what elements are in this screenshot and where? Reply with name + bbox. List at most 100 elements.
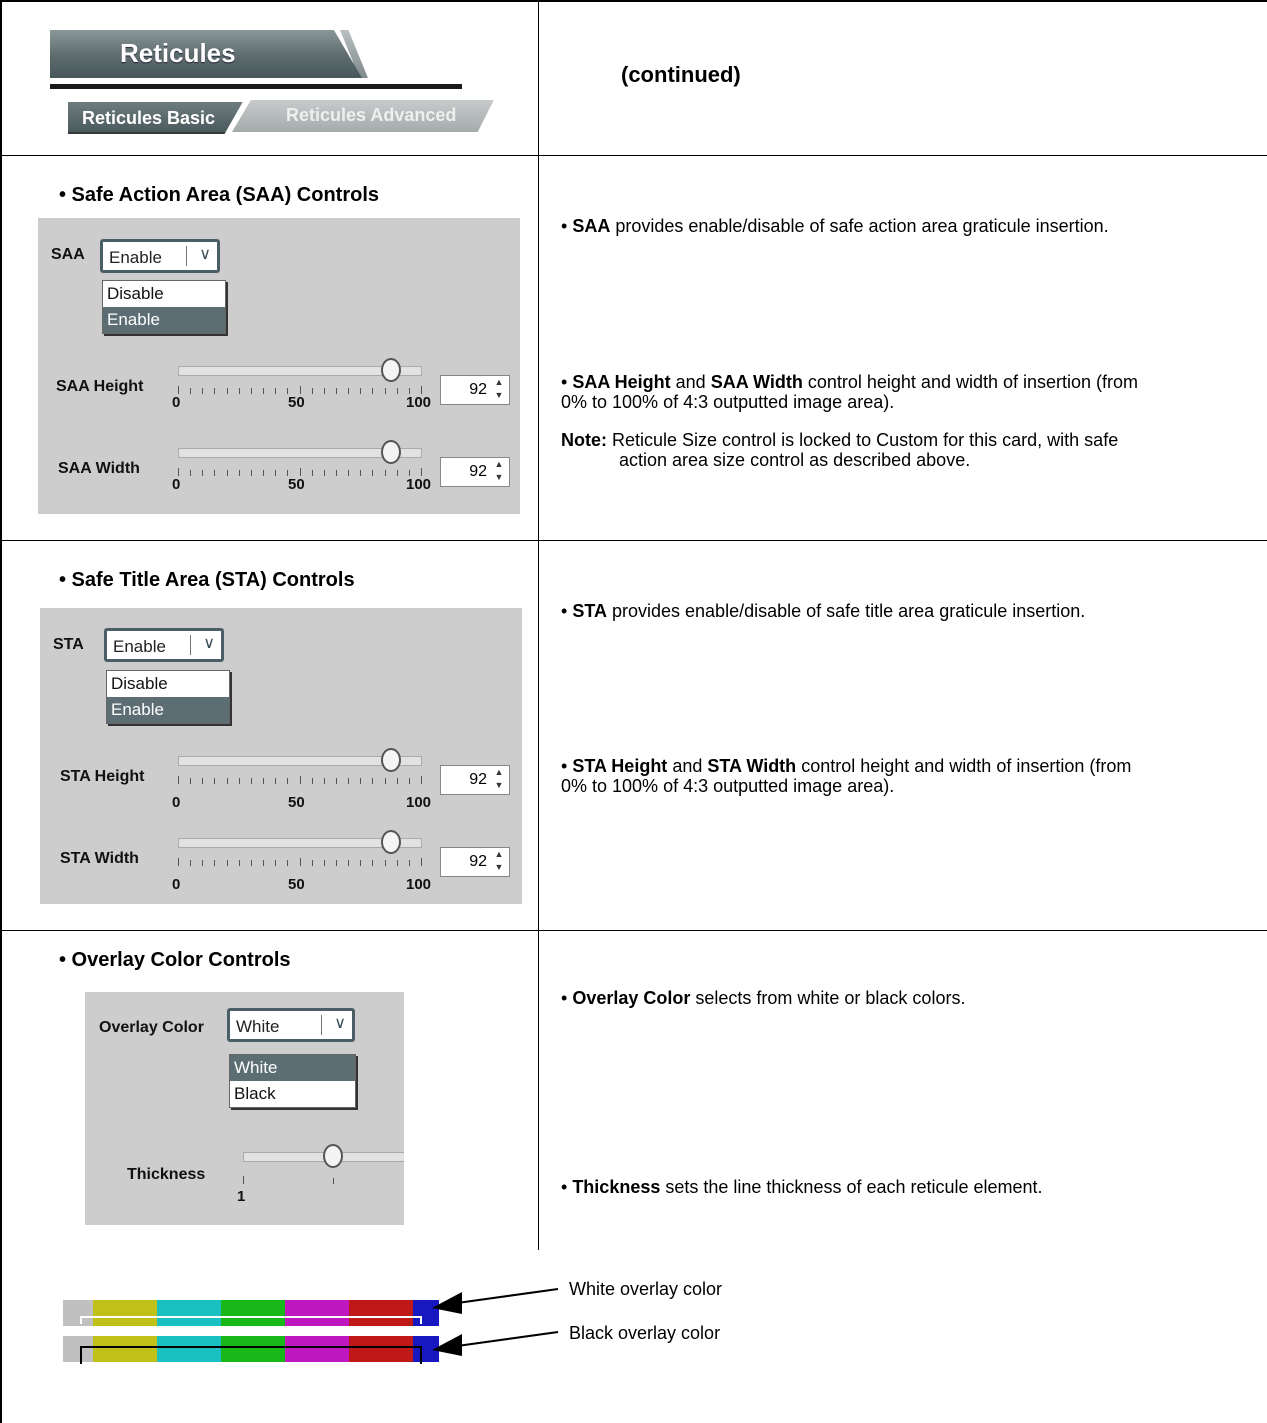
- tick-mark: [335, 778, 337, 784]
- sta-dropdown-list: Disable Enable: [106, 670, 230, 724]
- tick-mark: [311, 388, 313, 394]
- sta-panel: STA Enable ∨ Disable Enable STA Height 0…: [40, 608, 522, 904]
- tick-mark: [348, 470, 350, 476]
- tick-mark: [287, 860, 289, 866]
- tick-mark: [384, 860, 386, 866]
- tick-mark: [226, 388, 228, 394]
- tick-mark: [348, 860, 350, 866]
- sta-height-spinner[interactable]: 92 ▲ ▼: [440, 765, 510, 795]
- chevron-down-icon[interactable]: ∨: [199, 244, 211, 264]
- white-callout-line: [449, 1288, 559, 1305]
- sta-width-value: 92: [469, 853, 487, 870]
- saa-width-scale-min: 0: [172, 476, 181, 493]
- chevron-down-icon[interactable]: ∨: [203, 633, 215, 653]
- black-callout-line: [449, 1331, 559, 1348]
- spin-arrows-icon[interactable]: ▲ ▼: [491, 458, 507, 486]
- tick-mark: [226, 470, 228, 476]
- overlay-option-black[interactable]: Black: [230, 1081, 355, 1107]
- thickness-slider-handle[interactable]: [323, 1144, 343, 1168]
- sta-height-slider-handle[interactable]: [381, 748, 402, 772]
- sta-height-scale-max: 100: [406, 794, 432, 811]
- tick-mark: [421, 468, 422, 476]
- chevron-down-icon[interactable]: ∨: [334, 1013, 346, 1033]
- overlay-desc-color: • Overlay Color selects from white or bl…: [561, 988, 966, 1008]
- saa-height-ticks: [178, 386, 422, 394]
- saa-height-spinner[interactable]: 92 ▲ ▼: [440, 375, 510, 405]
- saa-panel: SAA Enable ∨ Disable Enable SAA Height 0…: [38, 218, 520, 514]
- saa-label: SAA: [51, 246, 85, 263]
- sta-option-disable[interactable]: Disable: [107, 671, 229, 697]
- tick-mark: [335, 388, 337, 394]
- tick-mark: [202, 388, 204, 394]
- tick-mark: [299, 776, 301, 784]
- overlay-panel: Overlay Color White ∨ White Black Thickn…: [85, 992, 404, 1225]
- tick-mark: [311, 860, 313, 866]
- saa-width-label: SAA Width: [58, 460, 140, 477]
- saa-width-scale-max: 100: [406, 476, 432, 493]
- tick-mark: [238, 778, 240, 784]
- spin-arrows-icon[interactable]: ▲ ▼: [491, 376, 507, 404]
- tick-mark: [275, 778, 277, 784]
- sta-height-label: STA Height: [60, 768, 145, 785]
- tick-mark: [372, 470, 374, 476]
- sta-width-ticks: [178, 858, 422, 866]
- tick-mark: [190, 860, 192, 866]
- saa-option-disable[interactable]: Disable: [103, 281, 225, 307]
- tick-mark: [263, 778, 265, 784]
- saa-desc-size: • SAA Height and SAA Width control heigh…: [561, 372, 1139, 392]
- saa-option-enable[interactable]: Enable: [103, 307, 225, 333]
- tick-mark: [421, 386, 422, 394]
- saa-height-scale-min: 0: [172, 394, 181, 411]
- sta-width-slider-handle[interactable]: [381, 830, 402, 854]
- sta-label: STA: [53, 636, 84, 653]
- tick-mark: [396, 388, 398, 394]
- tick-mark: [335, 860, 337, 866]
- overlay-color-combo[interactable]: White ∨: [227, 1008, 355, 1042]
- saa-width-spinner[interactable]: 92 ▲ ▼: [440, 457, 510, 487]
- tick-mark: [323, 388, 325, 394]
- saa-desc-size-line2: 0% to 100% of 4:3 outputted image area).: [561, 392, 895, 412]
- overlay-option-white[interactable]: White: [230, 1055, 355, 1081]
- tick-mark: [226, 778, 228, 784]
- tick-mark: [299, 386, 301, 394]
- tick-mark: [323, 860, 325, 866]
- tick-mark: [396, 470, 398, 476]
- tick-mark: [178, 776, 179, 784]
- tick-mark: [250, 388, 252, 394]
- saa-combo[interactable]: Enable ∨: [100, 239, 220, 273]
- tick-mark: [299, 858, 301, 866]
- tick-mark: [275, 470, 277, 476]
- saa-width-slider-handle[interactable]: [381, 440, 402, 464]
- sta-desc-enable: • STA provides enable/disable of safe ti…: [561, 601, 1086, 621]
- sta-combo-value: Enable: [113, 637, 166, 656]
- sta-combo[interactable]: Enable ∨: [104, 628, 224, 662]
- spin-arrows-icon[interactable]: ▲ ▼: [491, 848, 507, 876]
- tick-mark: [275, 860, 277, 866]
- saa-section-title: • Safe Action Area (SAA) Controls: [59, 184, 379, 206]
- tab-reticules-basic[interactable]: Reticules Basic: [68, 102, 243, 134]
- tick-mark: [335, 470, 337, 476]
- black-callout-arrowhead: [432, 1334, 462, 1356]
- tick-mark: [384, 470, 386, 476]
- tick-mark: [396, 860, 398, 866]
- tick-mark: [287, 778, 289, 784]
- tick-mark: [384, 388, 386, 394]
- tick-mark: [348, 778, 350, 784]
- saa-height-slider-handle[interactable]: [381, 358, 402, 382]
- tick-mark: [360, 388, 362, 394]
- spin-arrows-icon[interactable]: ▲ ▼: [491, 766, 507, 794]
- sta-option-enable[interactable]: Enable: [107, 697, 229, 723]
- tick-mark: [190, 388, 192, 394]
- tick-mark: [323, 470, 325, 476]
- tick-mark: [238, 388, 240, 394]
- overlay-color-label: Overlay Color: [99, 1019, 204, 1036]
- callout-arrows: [432, 1288, 559, 1356]
- sta-width-scale-max: 100: [406, 876, 432, 893]
- tab-reticules-advanced[interactable]: Reticules Advanced: [232, 100, 494, 132]
- tick-mark: [396, 778, 398, 784]
- tick-mark: [202, 778, 204, 784]
- tick-mark: [214, 470, 216, 476]
- sta-width-spinner[interactable]: 92 ▲ ▼: [440, 847, 510, 877]
- tick-mark: [202, 470, 204, 476]
- tick-mark: [372, 860, 374, 866]
